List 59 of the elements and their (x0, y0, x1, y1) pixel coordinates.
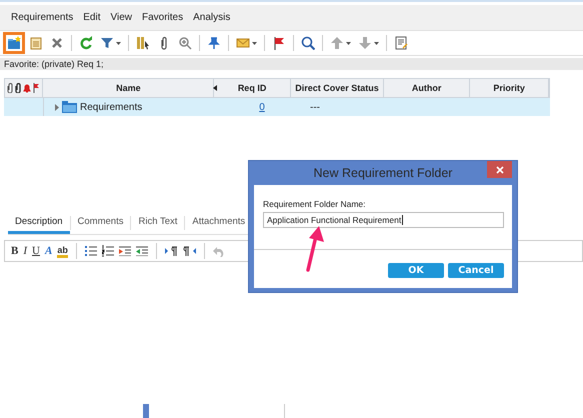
column-header[interactable]: Req ID (214, 79, 291, 97)
delete-icon (50, 36, 64, 50)
pin-icon (207, 36, 221, 50)
close-button[interactable] (487, 161, 512, 178)
refresh-icon (79, 36, 93, 50)
mail-icon (236, 36, 250, 50)
outdent-icon[interactable] (136, 246, 148, 256)
format-button[interactable]: A (44, 245, 52, 257)
bell-icon (23, 84, 31, 92)
menu-item[interactable]: View (106, 12, 137, 23)
caret-icon (116, 42, 121, 44)
format-button[interactable]: I (23, 245, 28, 257)
tab[interactable]: Attachments (185, 212, 252, 234)
req-id-link[interactable]: 0 (259, 102, 265, 112)
table-row[interactable]: Requirements 0 --- (4, 98, 550, 116)
field-label: Requirement Folder Name: (263, 199, 367, 209)
column-header[interactable]: Direct Cover Status (290, 79, 384, 97)
tab[interactable]: Comments (70, 212, 130, 234)
column-header[interactable]: Priority (470, 79, 550, 97)
folder-icon (62, 101, 77, 113)
zoom-icon (178, 36, 192, 50)
new-folder-icon (7, 36, 21, 50)
search-icon (301, 36, 315, 50)
expand-icon[interactable] (54, 104, 59, 110)
menu-item[interactable]: Requirements (6, 12, 78, 23)
close-icon (496, 166, 504, 174)
format-button[interactable]: ab (57, 244, 68, 258)
flag-icon (33, 83, 39, 93)
caret-icon (252, 42, 257, 44)
numbered-list-icon[interactable] (102, 245, 114, 257)
flag-icon (272, 36, 286, 50)
format-button[interactable]: U (32, 245, 40, 257)
down-icon (358, 36, 372, 50)
table-cell: Requirements (80, 102, 142, 112)
input-field[interactable]: Application Functional Requirement (263, 212, 504, 228)
indent-icon[interactable] (118, 246, 131, 256)
filter-icon (100, 36, 114, 50)
menu-item[interactable]: Analysis (188, 12, 236, 23)
rtl-icon[interactable] (182, 246, 196, 256)
new-item-icon (29, 36, 43, 50)
splitter-handle[interactable] (143, 404, 149, 418)
pointer-arrow (303, 226, 325, 272)
dialog-title: New Requirement Folder (314, 166, 452, 180)
up-icon (330, 36, 344, 50)
tab[interactable]: Description (8, 212, 70, 234)
caret-icon (374, 42, 379, 44)
report-icon (394, 36, 408, 50)
tab[interactable]: Rich Text (131, 212, 184, 234)
caret-icon (346, 42, 351, 44)
bullet-list-icon[interactable] (84, 245, 97, 257)
menu-item[interactable]: Edit (78, 12, 106, 23)
favorite-label: Favorite: (private) Req 1; (4, 59, 104, 69)
menu-item[interactable]: Favorites (137, 12, 188, 23)
ltr-icon[interactable] (164, 246, 178, 256)
sort-icon (213, 85, 217, 91)
column-header[interactable]: Author (384, 79, 470, 97)
format-button[interactable]: B (11, 245, 18, 257)
table-cell: --- (310, 102, 320, 112)
columns-icon (136, 36, 150, 50)
